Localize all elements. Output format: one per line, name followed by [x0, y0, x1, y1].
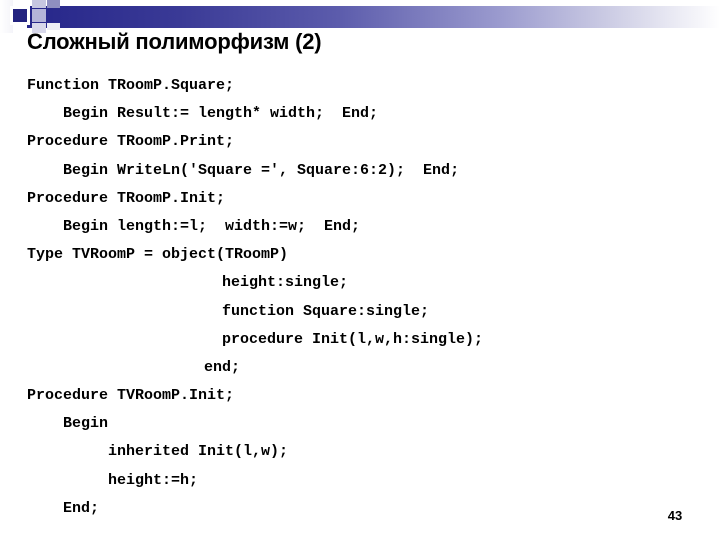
code-line: height:=h; [108, 471, 199, 489]
code-line: procedure Init(l,w,h:single); [222, 330, 484, 348]
code-line: Procedure TRoomP.Init; [27, 189, 226, 207]
code-line: End; [63, 499, 100, 517]
code-line: Begin length:=l; width:=w; End; [63, 217, 361, 235]
decorative-fade-block [0, 0, 13, 33]
code-line: Begin Result:= length* width; End; [63, 105, 379, 123]
slide-number: 43 [667, 508, 683, 523]
code-line: inherited Init(l,w); [108, 443, 289, 461]
header-gradient-band [27, 6, 720, 28]
decorative-square-light-top [32, 0, 46, 8]
page-title: Сложный полиморфизм (2) [27, 29, 322, 54]
code-line: Procedure TVRoomP.Init; [27, 387, 235, 405]
code-line: Begin [63, 415, 109, 433]
code-line: function Square:single; [222, 302, 430, 320]
code-listing: Function TRoomP.Square; Begin Result:= le… [27, 72, 707, 523]
code-line: Procedure TRoomP.Print; [27, 133, 235, 151]
decorative-square-lavender [32, 9, 46, 22]
code-line: Function TRoomP.Square; [27, 77, 235, 94]
presentation-slide: Сложный полиморфизм (2) Function TRoomP.… [0, 0, 720, 540]
code-line: end; [204, 358, 241, 376]
decorative-square-navy [13, 9, 27, 22]
code-line: Begin WriteLn('Square =', Square:6:2); E… [63, 161, 460, 179]
code-line: Type TVRoomP = object(TRoomP) [27, 246, 289, 264]
decorative-square-medium-top [47, 0, 60, 8]
code-line: height:single; [222, 274, 349, 292]
